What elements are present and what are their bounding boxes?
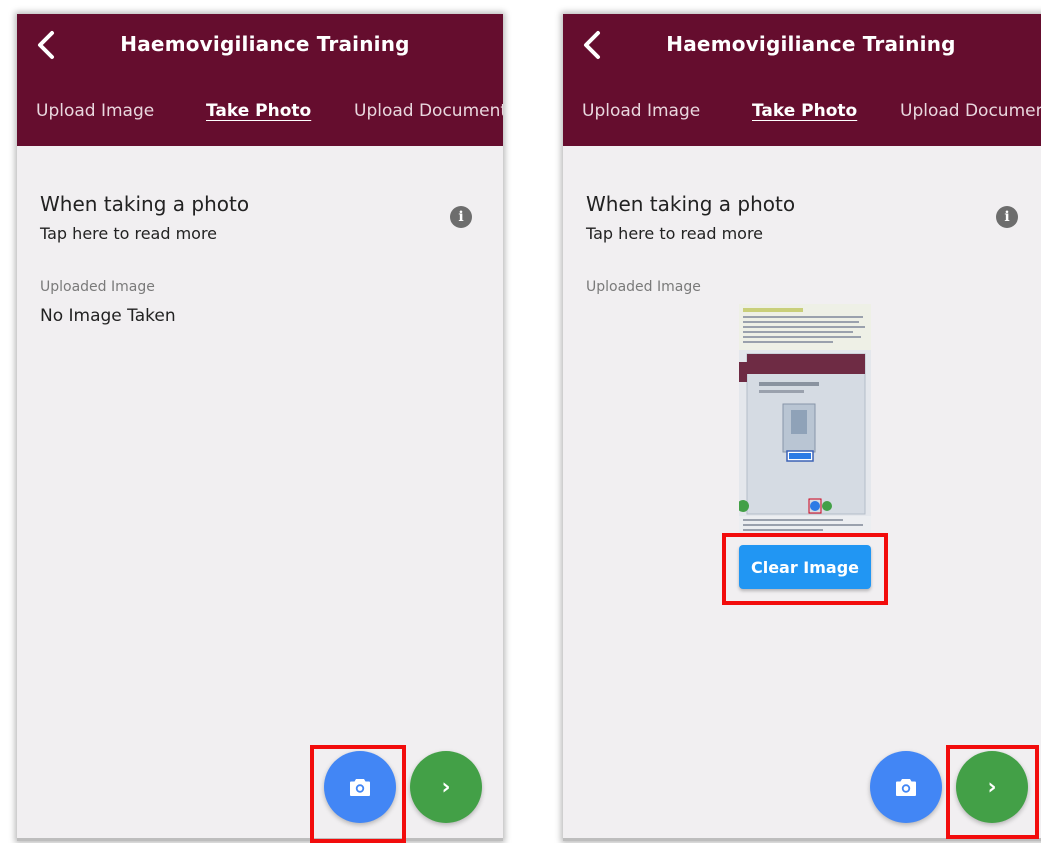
info-subtitle: Tap here to read more	[586, 224, 764, 243]
app-title: Haemovigiliance Training	[120, 32, 410, 56]
tab-bar: Upload Image Take Photo Upload Document	[17, 101, 503, 141]
tab-upload-image[interactable]: Upload Image	[582, 101, 700, 121]
photo-tips-link[interactable]: When taking a photo Tap here to read mor…	[40, 192, 480, 262]
info-icon[interactable]: i	[996, 206, 1018, 228]
tab-take-photo[interactable]: Take Photo	[206, 101, 311, 121]
highlight-box-clear-image	[722, 533, 888, 605]
app-title: Haemovigiliance Training	[666, 32, 956, 56]
tab-take-photo[interactable]: Take Photo	[752, 101, 857, 121]
info-title: When taking a photo	[586, 192, 796, 216]
highlight-box-camera	[310, 745, 406, 843]
app-bar: Haemovigiliance Training Upload Image Ta…	[17, 14, 503, 146]
tab-upload-document[interactable]: Upload Document	[354, 101, 503, 121]
uploaded-image-label: Uploaded Image	[40, 279, 155, 295]
phone-screen-with-image: Haemovigiliance Training Upload Image Ta…	[563, 14, 1041, 841]
tab-bar: Upload Image Take Photo Upload Document	[563, 101, 1041, 141]
tab-upload-image[interactable]: Upload Image	[36, 101, 154, 121]
photo-preview-image	[739, 304, 871, 534]
tab-upload-document[interactable]: Upload Document	[900, 101, 1041, 121]
uploaded-image-label: Uploaded Image	[586, 279, 701, 295]
take-photo-button[interactable]	[870, 751, 942, 823]
camera-icon	[896, 779, 916, 796]
next-button[interactable]: ›	[410, 751, 482, 823]
info-title: When taking a photo	[40, 192, 250, 216]
phone-screen-no-image: Haemovigiliance Training Upload Image Ta…	[17, 14, 503, 841]
no-image-status: No Image Taken	[40, 306, 176, 326]
chevron-right-icon: ›	[441, 774, 451, 800]
app-bar: Haemovigiliance Training Upload Image Ta…	[563, 14, 1041, 146]
info-icon[interactable]: i	[450, 206, 472, 228]
uploaded-photo-thumbnail	[739, 304, 871, 534]
info-subtitle: Tap here to read more	[40, 224, 218, 243]
photo-tips-link[interactable]: When taking a photo Tap here to read mor…	[586, 192, 1026, 262]
highlight-box-next	[946, 745, 1039, 839]
